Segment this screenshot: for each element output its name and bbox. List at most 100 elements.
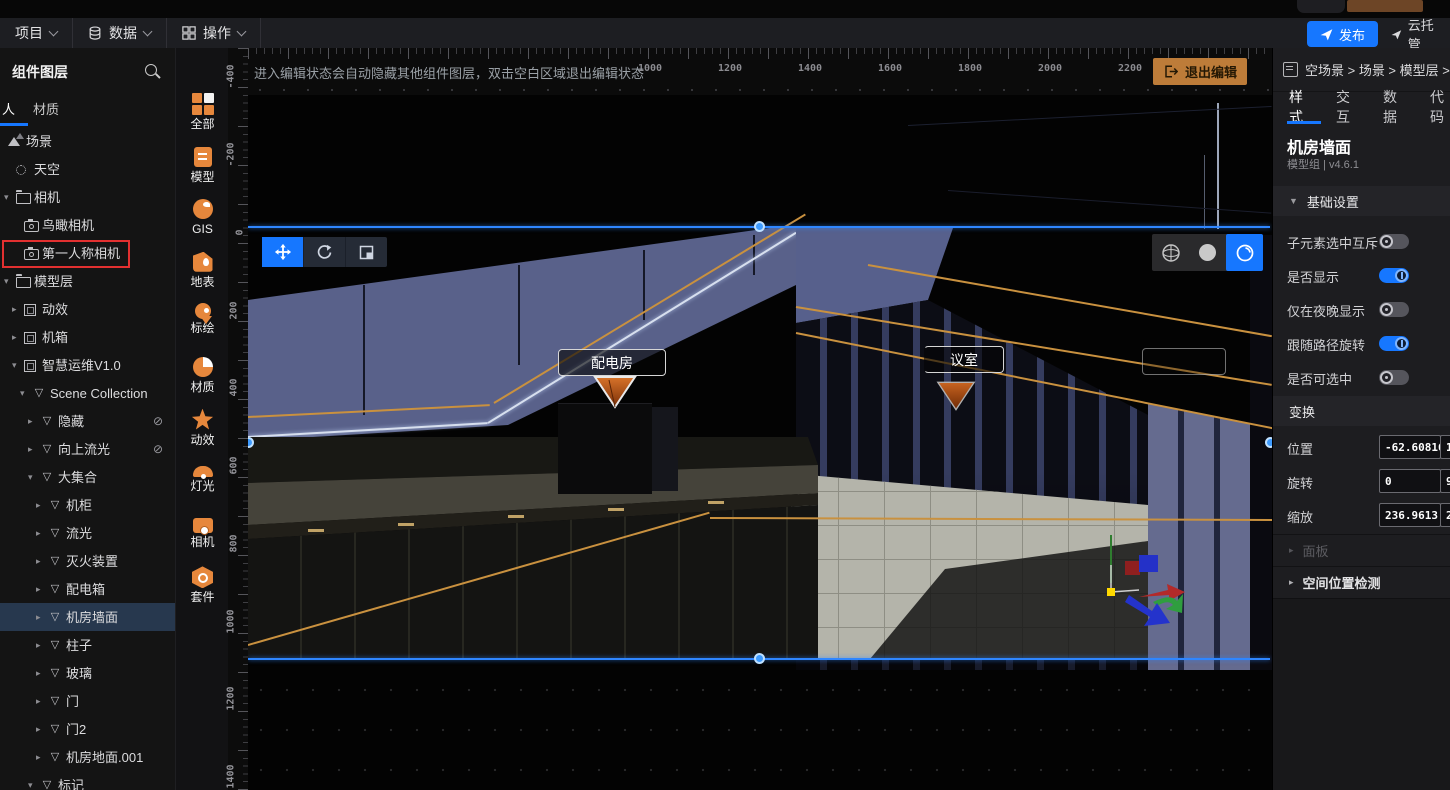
tree-expand-icon[interactable]: ▸: [28, 415, 33, 427]
tree-expand-icon[interactable]: ▸: [36, 751, 41, 763]
globe-view-button[interactable]: [1152, 234, 1189, 271]
tree-collapse-icon[interactable]: ▾: [20, 387, 25, 399]
tree-row[interactable]: ▾▽标记: [0, 771, 175, 790]
tree-expand-icon[interactable]: ▸: [12, 303, 17, 315]
category-GIS[interactable]: GIS: [176, 198, 229, 251]
toggle-on[interactable]: [1379, 336, 1409, 351]
tab-4[interactable]: 代码: [1430, 87, 1450, 127]
toggle-off[interactable]: [1379, 370, 1409, 385]
exit-edit-button[interactable]: 退出编辑: [1153, 58, 1247, 85]
category-全部[interactable]: 全部: [176, 93, 229, 146]
transform-header[interactable]: 变换: [1273, 396, 1450, 426]
tree-expand-icon[interactable]: ▸: [36, 611, 41, 623]
tree-row[interactable]: ▸▽门: [0, 687, 175, 715]
tree-row[interactable]: ▸▽机柜: [0, 491, 175, 519]
tree-row[interactable]: 第一人称相机: [0, 239, 175, 267]
category-套件[interactable]: 套件: [176, 566, 229, 619]
tree-row[interactable]: ▾模型层: [0, 267, 175, 295]
menu-data[interactable]: 数据: [73, 18, 167, 48]
tree-row[interactable]: ▸▽向上流光⊘: [0, 435, 175, 463]
eye-off-icon[interactable]: ⊘: [153, 414, 163, 428]
tree-collapse-icon[interactable]: ▾: [4, 275, 9, 287]
tree-collapse-icon[interactable]: ▾: [28, 471, 33, 483]
solid-view-button[interactable]: [1189, 234, 1226, 271]
selection-handle-bottom[interactable]: [754, 653, 765, 664]
tree-row[interactable]: 鸟瞰相机: [0, 211, 175, 239]
transform-input-clipped[interactable]: 1: [1440, 435, 1450, 459]
tree-row[interactable]: ▾▽Scene Collection: [0, 379, 175, 407]
menu-ops[interactable]: 操作: [167, 18, 261, 48]
transform-input[interactable]: 0: [1379, 469, 1441, 493]
category-灯光[interactable]: 灯光: [176, 461, 229, 514]
tree-row[interactable]: ▾▽大集合: [0, 463, 175, 491]
viewport-3d-canvas[interactable]: 配电房 议室: [248, 95, 1272, 790]
category-相机[interactable]: 相机: [176, 514, 229, 567]
marker-cone-icon[interactable]: [593, 375, 637, 409]
tree-collapse-icon[interactable]: ▾: [12, 359, 17, 371]
section-空间位置检测[interactable]: ▸空间位置检测: [1273, 566, 1450, 598]
scene-label-meeting-room[interactable]: 议室: [924, 346, 1004, 373]
tree-row[interactable]: 场景: [0, 127, 175, 155]
tree-row[interactable]: 天空: [0, 155, 175, 183]
tree-row[interactable]: ▸▽玻璃: [0, 659, 175, 687]
left-tab-2[interactable]: 材质: [33, 99, 59, 118]
tree-row[interactable]: ▸▽隐藏⊘: [0, 407, 175, 435]
scene-label-power-room[interactable]: 配电房: [558, 349, 666, 376]
category-地表[interactable]: 地表: [176, 251, 229, 304]
cloud-hosting-button[interactable]: 云托管: [1381, 21, 1450, 47]
tree-expand-icon[interactable]: ▸: [36, 667, 41, 679]
tree-row[interactable]: ▸机箱: [0, 323, 175, 351]
tree-row[interactable]: ▸动效: [0, 295, 175, 323]
tree-row[interactable]: ▸▽灭火装置: [0, 547, 175, 575]
tree-row[interactable]: ▸▽流光: [0, 519, 175, 547]
tree-row[interactable]: ▾智慧运维V1.0: [0, 351, 175, 379]
toggle-off[interactable]: [1379, 302, 1409, 317]
tree-expand-icon[interactable]: ▸: [36, 527, 41, 539]
tree-row[interactable]: ▸▽配电箱: [0, 575, 175, 603]
tree-expand-icon[interactable]: ▸: [28, 443, 33, 455]
transform-input-clipped[interactable]: 9: [1440, 469, 1450, 493]
tree-expand-icon[interactable]: ▸: [36, 583, 41, 595]
category-材质[interactable]: 材质: [176, 356, 229, 409]
search-icon[interactable]: [145, 64, 157, 76]
tab-3[interactable]: 数据: [1383, 87, 1404, 127]
toggle-on[interactable]: [1379, 268, 1409, 283]
rotate-tool-button[interactable]: [304, 237, 346, 267]
toggle-off[interactable]: [1379, 234, 1409, 249]
category-动效[interactable]: 动效: [176, 409, 229, 462]
selection-handle-top[interactable]: [754, 221, 765, 232]
tree-expand-icon[interactable]: ▸: [36, 499, 41, 511]
transform-gizmo[interactable]: [1095, 535, 1205, 627]
scale-tool-button[interactable]: [346, 237, 387, 267]
tab-2[interactable]: 交互: [1336, 87, 1357, 127]
basic-settings-header[interactable]: ▼ 基础设置: [1273, 186, 1450, 216]
tree-expand-icon[interactable]: ▸: [36, 695, 41, 707]
marker-cone-icon[interactable]: [936, 379, 976, 413]
category-模型[interactable]: 模型: [176, 146, 229, 199]
transform-input-clipped[interactable]: 23: [1440, 503, 1450, 527]
breadcrumb[interactable]: 空场景 > 场景 > 模型层 > ...: [1273, 48, 1450, 92]
transform-input[interactable]: 236.9613: [1379, 503, 1441, 527]
tree-collapse-icon[interactable]: ▾: [28, 779, 33, 790]
tree-row[interactable]: ▾相机: [0, 183, 175, 211]
menu-project[interactable]: 项目: [0, 18, 73, 48]
selection-handle-right[interactable]: [1265, 437, 1272, 448]
tree-row[interactable]: ▸▽门2: [0, 715, 175, 743]
section-面板[interactable]: ▸面板: [1273, 534, 1450, 566]
category-标绘[interactable]: 标绘: [176, 303, 229, 356]
orbit-view-button[interactable]: [1226, 234, 1263, 271]
tree-expand-icon[interactable]: ▸: [12, 331, 17, 343]
tree-row[interactable]: ▸▽机房地面.001: [0, 743, 175, 771]
tree-expand-icon[interactable]: ▸: [36, 639, 41, 651]
tree-row[interactable]: ▸▽机房墙面: [0, 603, 175, 631]
tree-row[interactable]: ▸▽柱子: [0, 631, 175, 659]
publish-button[interactable]: 发布: [1307, 21, 1378, 47]
move-tool-button[interactable]: [262, 237, 304, 267]
tree-expand-icon[interactable]: ▸: [36, 555, 41, 567]
scene-label-empty[interactable]: [1142, 348, 1226, 375]
tree-expand-icon[interactable]: ▸: [36, 723, 41, 735]
left-tab-1[interactable]: 人: [2, 99, 15, 118]
eye-off-icon[interactable]: ⊘: [153, 442, 163, 456]
transform-input[interactable]: -62.60816: [1379, 435, 1441, 459]
tree-collapse-icon[interactable]: ▾: [4, 191, 9, 203]
